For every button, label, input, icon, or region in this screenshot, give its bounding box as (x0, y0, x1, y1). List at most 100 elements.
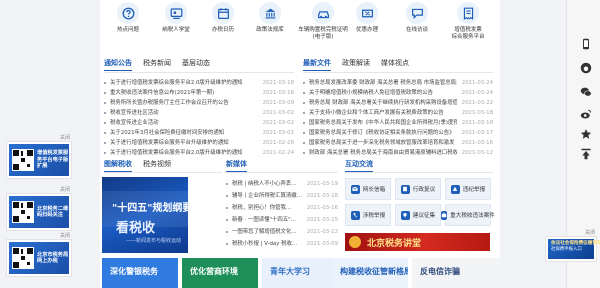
list-item[interactable]: 财政部 海关总署 税务总局关于海南自由贸易港原辅料进口税收政策 2021-03-1… (303, 148, 493, 158)
service-law-library[interactable]: 政策法规库 (248, 2, 292, 34)
item-title[interactable]: 关于进行增值税发票综合服务平台升级维护的通知 (110, 138, 258, 148)
service-calendar[interactable]: 办税日历 (201, 2, 245, 34)
service-car[interactable]: 车辆购置税完税证明 (电子版) (295, 2, 351, 41)
item-title[interactable]: 关于进行增值税发票综合服务平台2.0版升级维护的通知 (110, 148, 258, 158)
top-icon[interactable] (580, 148, 592, 160)
item-title[interactable]: 重大税收违法案件信息公布(2021年第一期) (110, 88, 258, 98)
list-item[interactable]: 一图带您了解增值税文化… 2021-03-12 (226, 226, 338, 238)
item-date: 2021-03-24 (461, 90, 493, 96)
list-item[interactable]: 税税，别担心！你管我… 2021-03-16 (226, 202, 338, 214)
item-title[interactable]: 关于支持小微企业和个体工商户发展有关税费政策的公告 (309, 108, 457, 118)
item-title[interactable]: 关于进行增值税发票综合服务平台2.0版升级维护的通知 (110, 78, 258, 88)
list-item[interactable]: 辅导丨企业所得税汇算清缴… 2021-03-18 (226, 190, 338, 202)
bottom-banner-2[interactable]: 优化营商环境 (182, 258, 258, 288)
item-title[interactable]: 税务总局发展改革委 财政部 海关总署 税务总局 市场监管总局关于 (309, 78, 457, 88)
list-item[interactable]: 关于明确增值税小规模纳税人免征增值税政策的公告 2021-03-24 (303, 88, 493, 98)
list-item[interactable]: 关于2021年3月社会保险费征缴时间安排的通知 2021-03-01 (104, 128, 294, 138)
item-title[interactable]: 税税 | 纳税人不小心弄丢… (232, 178, 304, 190)
left-float-ad[interactable]: 关闭 增值税发票服务平台电子版扩展 (6, 135, 72, 179)
file-tab-1[interactable]: 最新文件 (303, 58, 331, 71)
list-item[interactable]: 税收宣传进企业活动 2021-03-02 (104, 118, 294, 128)
service-invoice[interactable]: 增值税发票 综合服务平台 (442, 2, 494, 41)
list-item[interactable]: 关于进行增值税发票综合服务平台升级维护的通知 2021-02-26 (104, 138, 294, 148)
item-title[interactable]: 国家税务总局关于修订《税收协定相关条款执行问题的公告》 (309, 128, 457, 138)
ad-close-button[interactable]: 关闭 (60, 232, 70, 239)
service-interview[interactable]: 在线访谈 (395, 2, 439, 34)
tax-lecture-banner[interactable]: 北京税务讲堂 (345, 233, 490, 251)
list-item[interactable]: 税务所所长暨办税服务厅主任工作会议召开的公告 2021-03-09 (104, 98, 294, 108)
discount-icon (356, 2, 378, 24)
weibo-icon[interactable] (580, 108, 592, 120)
ad-close-button[interactable]: 关闭 (60, 134, 70, 141)
right-float-ad[interactable]: 关闭 依法社会保险费征缴管理平台 社保费申报入口 (545, 230, 600, 262)
item-date: 2021-03-02 (262, 110, 294, 116)
list-item[interactable]: 重大税收违法案件信息公布(2021年第一期) 2021-03-16 (104, 88, 294, 98)
item-title[interactable]: 税税，别担心！你管我… (232, 202, 304, 214)
list-item[interactable]: 税务总局 财政部 海关总署关于继续执行研发机构采购设备增值税政策的公告 2021-… (303, 98, 493, 108)
item-title[interactable]: 新春 · 一图读懂"十四五"… (232, 214, 304, 226)
bottom-banner-1[interactable]: 深化警银税务 (102, 258, 178, 288)
interaction-hammer[interactable]: 涉税举报 (345, 204, 391, 226)
news-tab-2[interactable]: 税务新闻 (143, 58, 171, 68)
item-date: 2021-03-18 (262, 80, 294, 86)
bullet-icon (104, 152, 106, 154)
item-title[interactable]: 国家税务总局关于进一步深化税务领域放管服改革培育和激发 (309, 138, 457, 148)
news-tab-3[interactable]: 基层动态 (182, 58, 210, 68)
interaction-label: 违纪举报 (462, 187, 486, 193)
interaction-review[interactable]: 行政复议 (395, 178, 441, 200)
list-item[interactable]: 关于支持小微企业和个体工商户发展有关税费政策的公告 2021-03-18 (303, 108, 493, 118)
ad-close-button[interactable]: 关闭 (60, 186, 70, 193)
item-title[interactable]: 辅导丨企业所得税汇算清缴… (232, 190, 304, 202)
emblem-icon (349, 236, 361, 248)
item-title[interactable]: 税务所所长暨办税服务厅主任工作会议召开的公告 (110, 98, 258, 108)
item-date: 2021-03-22 (461, 100, 493, 106)
weibo-circle-icon[interactable] (580, 62, 592, 74)
list-item[interactable]: 关于进行增值税发票综合服务平台2.0版升级维护的通知 2021-02-24 (104, 148, 294, 158)
item-title[interactable]: 税税小秒报 | V-day 税收… (232, 238, 304, 250)
item-title[interactable]: 一图带您了解增值税文化… (232, 226, 304, 238)
item-title[interactable]: 税务总局 财政部 海关总署关于继续执行研发机构采购设备增值税政策的公告 (309, 98, 457, 108)
list-item[interactable]: 国家税务总局关于修订《税收协定相关条款执行问题的公告》 2021-03-17 (303, 128, 493, 138)
left-float-ad[interactable]: 关闭 北京市税务局网上办税 (6, 233, 72, 277)
list-item[interactable]: 国家税务总局关于发布《中华人民共和国企业所得税月(季)度预缴 2021-03-18 (303, 118, 493, 128)
file-tab-3[interactable]: 媒体视点 (381, 58, 409, 68)
media-tab-1[interactable]: 图解税收 (104, 159, 132, 172)
star-icon[interactable] (580, 128, 592, 140)
mobile-icon[interactable] (580, 38, 592, 50)
media-banner[interactable]: "十四五"规划纲要 看税收 ——新闻发布与税收运动 (102, 177, 188, 253)
media-tab-2[interactable]: 税务视频 (143, 159, 171, 169)
left-float-ad[interactable]: 关闭 北京税务二维码扫码关注 (6, 187, 72, 231)
bottom-banner-3[interactable]: 青年大学习 (262, 258, 338, 288)
item-title[interactable]: 税收宣传进社区活动 (110, 108, 258, 118)
list-item[interactable]: 税税 | 纳税人不小心弄丢… 2021-03-19 (226, 178, 338, 190)
file-tab-2[interactable]: 政策解读 (342, 58, 370, 68)
list-item[interactable]: 新春 · 一图读懂"十四五"… 2021-03-15 (226, 214, 338, 226)
item-title[interactable]: 税收宣传进企业活动 (110, 118, 258, 128)
tab-interaction[interactable]: 互动交流 (345, 159, 373, 172)
item-title[interactable]: 国家税务总局关于发布《中华人民共和国企业所得税月(季)度预缴 (309, 118, 457, 128)
list-item[interactable]: 国家税务总局关于进一步深化税务领域放管服改革培育和激发 2021-03-16 (303, 138, 493, 148)
bullet-icon (303, 82, 305, 84)
item-title[interactable]: 关于明确增值税小规模纳税人免征增值税政策的公告 (309, 88, 457, 98)
list-item[interactable]: 税税小秒报 | V-day 税收… 2021-03-09 (226, 238, 338, 250)
list-item[interactable]: 税收宣传进社区活动 2021-03-02 (104, 108, 294, 118)
interaction-report[interactable]: 违纪举报 (445, 178, 491, 200)
banner-line3: ——新闻发布与税收运动 (126, 238, 182, 244)
interaction-case[interactable]: 重大税收违法案件 (441, 204, 495, 226)
news-tab-1[interactable]: 通知公告 (104, 58, 132, 71)
service-classroom[interactable]: 纳税人学堂 (154, 2, 198, 34)
item-title[interactable]: 财政部 海关总署 税务总局关于海南自由贸易港原辅料进口税收政策 (309, 148, 457, 158)
bottom-banner-5[interactable]: 反电信诈骗 (412, 258, 500, 288)
ad-close-button[interactable]: 关闭 (585, 229, 595, 236)
service-question[interactable]: 热点问题 (106, 2, 150, 34)
interaction-suggest[interactable]: 建议征集 (395, 204, 441, 226)
list-item[interactable]: 关于进行增值税发票综合服务平台2.0版升级维护的通知 2021-03-18 (104, 78, 294, 88)
tab-new-media[interactable]: 新媒体 (226, 159, 247, 172)
service-discount[interactable]: 优惠办理 (345, 2, 389, 34)
qr-code-icon (12, 201, 34, 223)
wechat-icon[interactable] (580, 86, 592, 98)
interaction-mail[interactable]: 网长信箱 (345, 178, 391, 200)
item-title[interactable]: 关于2021年3月社会保险费征缴时间安排的通知 (110, 128, 258, 138)
bottom-banner-4[interactable]: 构建税收征管新格局 (332, 258, 408, 288)
list-item[interactable]: 税务总局发展改革委 财政部 海关总署 税务总局 市场监管总局关于 2021-03-… (303, 78, 493, 88)
